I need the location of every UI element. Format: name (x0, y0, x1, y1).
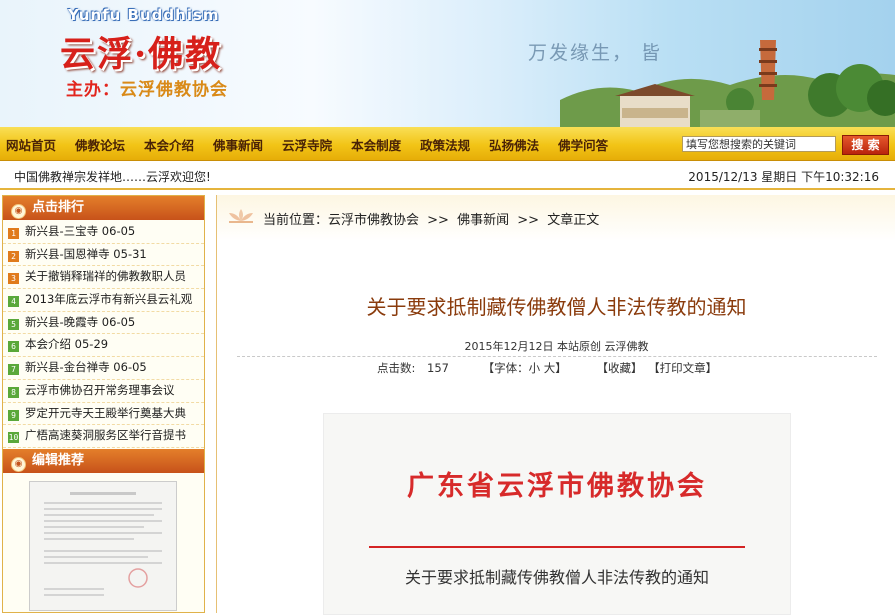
document-image: 广东省云浮市佛教协会 关于要求抵制藏传佛教僧人非法传教的通知 (323, 413, 791, 615)
nav-item-about[interactable]: 本会介绍 (144, 135, 194, 154)
nav-item-qa[interactable]: 佛学问答 (558, 135, 608, 154)
nav-item-dharma[interactable]: 弘扬佛法 (489, 135, 539, 154)
breadcrumb-category[interactable]: 佛事新闻 (457, 213, 509, 228)
article-meta: 2015年12月12日 本站原创 云浮佛教 (464, 340, 649, 353)
document-red-rule (369, 546, 745, 548)
clicks-value: 157 (427, 361, 449, 375)
editor-dot-icon: ◉ (11, 456, 26, 472)
rank-item-text: 广梧高速葵洞服务区举行音提书 (25, 428, 186, 443)
nav-item-policies[interactable]: 政策法规 (420, 135, 470, 154)
rank-panel-header: ◉ 点击排行 (3, 196, 204, 220)
sidebar: ◉ 点击排行 1 新兴县-三宝寺 06-05 2 新兴县-国恩禅寺 05-31 3 关于… (2, 195, 205, 613)
nav-item-rules[interactable]: 本会制度 (351, 135, 401, 154)
lotus-icon (229, 209, 253, 223)
rank-item-text: 云浮市佛协召开常务理事会议 (25, 382, 175, 397)
rank-item[interactable]: 1 新兴县-三宝寺 06-05 (3, 221, 204, 244)
number-badge-icon: 8 (8, 386, 19, 398)
rank-item[interactable]: 6 本会介绍 05-29 (3, 334, 204, 358)
breadcrumb-separator: >> (517, 213, 540, 228)
rank-item[interactable]: 4 2013年底云浮市有新兴县云礼观 (3, 289, 204, 312)
rank-item[interactable]: 9 罗定开元寺天王殿举行奠基大典 (3, 403, 204, 426)
rank-item-text: 2013年底云浮市有新兴县云礼观 (25, 292, 193, 307)
date-time: 2015/12/13 星期日 下午10:32:16 (688, 170, 879, 184)
number-badge-icon: 7 (8, 364, 19, 376)
rank-item-text: 新兴县-三宝寺 06-05 (25, 224, 136, 238)
nav-item-forum[interactable]: 佛教论坛 (75, 135, 125, 154)
banner-slogan: 万发缘生， 皆 (528, 42, 663, 64)
site-banner: Yunfu Buddhism 云浮·佛教 主办：云浮佛教协会 万发缘生， 皆 (0, 0, 895, 127)
nav-item-home[interactable]: 网站首页 (6, 135, 56, 154)
nav-item-temples[interactable]: 云浮寺院 (282, 135, 332, 154)
article-tools: 点击数: 157 【字体：小 大】 【收藏】 【打印文章】 (377, 360, 725, 376)
clicks-label: 点击数: (377, 361, 416, 375)
print-link[interactable]: 【打印文章】 (648, 361, 717, 375)
rank-item-text: 关于撤销释瑞祥的佛教教职人员 (25, 269, 186, 284)
article-content: 当前位置：云浮市佛教协会 >> 佛事新闻 >> 文章正文 关于要求抵制藏传佛教僧… (216, 195, 895, 615)
recommended-document-thumbnail[interactable] (29, 481, 177, 611)
number-badge-icon: 9 (8, 409, 19, 421)
number-badge-icon: 2 (8, 250, 19, 262)
number-badge-icon: 4 (8, 296, 19, 308)
favorite-link[interactable]: 【收藏】 (596, 361, 642, 375)
rank-item-text: 新兴县-晚霞寺 06-05 (25, 314, 136, 329)
brand-english: Yunfu Buddhism (68, 6, 220, 24)
number-badge-icon: 6 (8, 341, 19, 353)
number-badge-icon: 1 (8, 228, 19, 239)
rank-item[interactable]: 5 新兴县-晚霞寺 06-05 (3, 312, 204, 335)
rank-item-text: 本会介绍 05-29 (25, 337, 109, 352)
host-org: 云浮佛教协会 (120, 80, 228, 100)
rank-item[interactable]: 10 广梧高速葵洞服务区举行音提书 (3, 425, 204, 448)
divider (237, 356, 877, 357)
breadcrumb-separator: >> (427, 213, 449, 228)
main-nav: 网站首页 佛教论坛 本会介绍 佛事新闻 云浮寺院 本会制度 政策法规 弘扬佛法 … (0, 127, 895, 161)
breadcrumb-bar: 当前位置：云浮市佛教协会 >> 佛事新闻 >> 文章正文 (217, 195, 895, 241)
rank-item[interactable]: 8 云浮市佛协召开常务理事会议 (3, 380, 204, 403)
breadcrumb: 当前位置：云浮市佛教协会 >> 佛事新闻 >> 文章正文 (263, 209, 603, 228)
search-input[interactable] (682, 136, 836, 152)
rank-item-text: 罗定开元寺天王殿举行奠基大典 (25, 405, 186, 420)
editor-panel-header: ◉ 编辑推荐 (3, 448, 204, 473)
rank-item-text: 新兴县-国恩禅寺 05-31 (25, 246, 147, 261)
search-button[interactable]: 搜 索 (842, 135, 889, 155)
rank-item[interactable]: 7 新兴县-金台禅寺 06-05 (3, 357, 204, 380)
rank-panel-title: 点击排行 (32, 200, 85, 215)
brand-logo-text: 云浮·佛教 (60, 34, 223, 75)
host-line: 主办：云浮佛教协会 (66, 75, 228, 100)
host-prefix: 主办： (66, 80, 120, 100)
font-size-control[interactable]: 【字体：小 大】 (483, 361, 567, 375)
document-header: 广东省云浮市佛教协会 (407, 471, 707, 502)
number-badge-icon: 5 (8, 318, 19, 330)
breadcrumb-current: 文章正文 (547, 213, 600, 228)
rank-item[interactable]: 3 关于撤销释瑞祥的佛教教职人员 (3, 266, 204, 290)
status-bar: 中国佛教禅宗发祥地……云浮欢迎您! 2015/12/13 星期日 下午10:32… (0, 162, 895, 190)
document-preview-image (30, 482, 176, 610)
nav-item-news[interactable]: 佛事新闻 (213, 135, 263, 154)
editor-panel-title: 编辑推荐 (32, 452, 85, 468)
rank-item-text: 新兴县-金台禅寺 06-05 (25, 360, 147, 375)
number-badge-icon: 10 (8, 432, 19, 444)
breadcrumb-root[interactable]: 当前位置：云浮市佛教协会 (263, 213, 419, 228)
document-subtitle: 关于要求抵制藏传佛教僧人非法传教的通知 (404, 568, 709, 587)
rank-item[interactable]: 2 新兴县-国恩禅寺 05-31 (3, 244, 204, 267)
article-title: 关于要求抵制藏传佛教僧人非法传教的通知 (366, 295, 747, 319)
rank-list: 1 新兴县-三宝寺 06-05 2 新兴县-国恩禅寺 05-31 3 关于撤销释瑞祥的… (3, 220, 204, 448)
rank-dot-icon: ◉ (11, 204, 26, 219)
number-badge-icon: 3 (8, 273, 19, 285)
welcome-text: 中国佛教禅宗发祥地……云浮欢迎您! (14, 170, 211, 184)
